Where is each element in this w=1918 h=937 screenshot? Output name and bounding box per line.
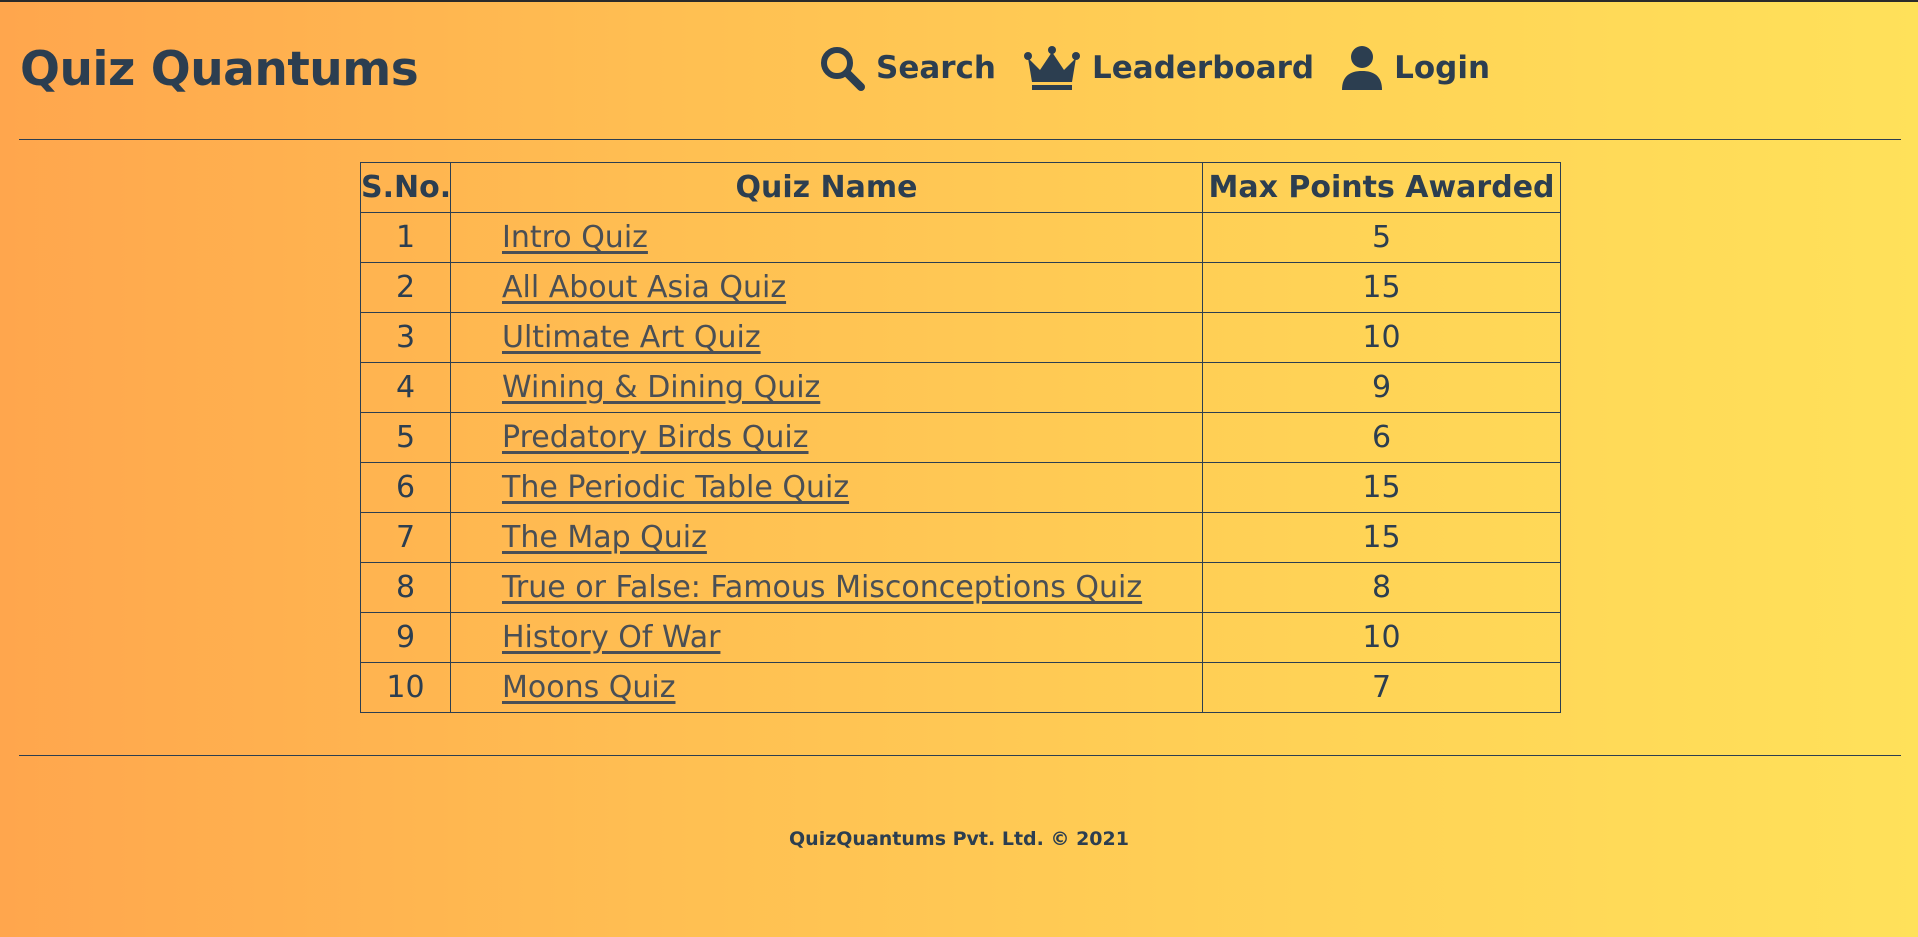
site-header: Quiz Quantums Search Leaderboard Login [0, 2, 1918, 140]
row-sno: 9 [360, 612, 451, 663]
table-row: 4 Wining & Dining Quiz 9 [360, 362, 1561, 413]
table-row: 10 Moons Quiz 7 [360, 662, 1561, 713]
user-icon [1340, 44, 1384, 92]
row-sno: 1 [360, 212, 451, 263]
quiz-link[interactable]: The Map Quiz [502, 520, 707, 555]
row-points: 15 [1202, 462, 1561, 513]
quiz-link[interactable]: Wining & Dining Quiz [502, 370, 820, 405]
row-points: 6 [1202, 412, 1561, 463]
row-sno: 10 [360, 662, 451, 713]
table-row: 7 The Map Quiz 15 [360, 512, 1561, 563]
quiz-link[interactable]: All About Asia Quiz [502, 270, 786, 305]
row-points: 5 [1202, 212, 1561, 263]
row-sno: 6 [360, 462, 451, 513]
row-sno: 2 [360, 262, 451, 313]
row-points: 9 [1202, 362, 1561, 413]
crown-icon [1022, 44, 1082, 92]
nav-login-label: Login [1394, 50, 1491, 86]
quiz-table: S.No. Quiz Name Max Points Awarded 1 Int… [360, 162, 1561, 713]
table-row: 8 True or False: Famous Misconceptions Q… [360, 562, 1561, 613]
table-row: 1 Intro Quiz 5 [360, 212, 1561, 263]
table-row: 2 All About Asia Quiz 15 [360, 262, 1561, 313]
quiz-link[interactable]: Moons Quiz [502, 670, 675, 705]
site-logo[interactable]: Quiz Quantums [20, 42, 419, 97]
header-max-points: Max Points Awarded [1202, 162, 1561, 213]
table-row: 6 The Periodic Table Quiz 15 [360, 462, 1561, 513]
row-points: 15 [1202, 262, 1561, 313]
quiz-link[interactable]: Intro Quiz [502, 220, 648, 255]
quiz-link[interactable]: True or False: Famous Misconceptions Qui… [502, 570, 1142, 605]
row-sno: 8 [360, 562, 451, 613]
header-quiz-name: Quiz Name [450, 162, 1203, 213]
table-row: 5 Predatory Birds Quiz 6 [360, 412, 1561, 463]
table-row: 3 Ultimate Art Quiz 10 [360, 312, 1561, 363]
row-sno: 4 [360, 362, 451, 413]
row-points: 7 [1202, 662, 1561, 713]
row-points: 10 [1202, 312, 1561, 363]
site-footer: QuizQuantums Pvt. Ltd. © 2021 [0, 828, 1918, 850]
nav-login[interactable]: Login [1340, 44, 1490, 92]
nav-leaderboard-label: Leaderboard [1092, 50, 1315, 86]
quiz-link[interactable]: History Of War [502, 620, 720, 655]
main-nav: Search Leaderboard Login [818, 44, 1490, 92]
row-sno: 3 [360, 312, 451, 363]
search-icon [818, 44, 866, 92]
table-row: 9 History Of War 10 [360, 612, 1561, 663]
nav-search-label: Search [876, 50, 997, 86]
header-divider [19, 139, 1901, 140]
nav-leaderboard[interactable]: Leaderboard [1022, 44, 1314, 92]
copyright-text: QuizQuantums Pvt. Ltd. © 2021 [789, 828, 1129, 850]
row-sno: 5 [360, 412, 451, 463]
row-points: 10 [1202, 612, 1561, 663]
header-sno: S.No. [360, 162, 451, 213]
quiz-link[interactable]: Predatory Birds Quiz [502, 420, 809, 455]
quiz-link[interactable]: The Periodic Table Quiz [502, 470, 849, 505]
row-points: 8 [1202, 562, 1561, 613]
table-header-row: S.No. Quiz Name Max Points Awarded [360, 162, 1561, 213]
row-points: 15 [1202, 512, 1561, 563]
quiz-link[interactable]: Ultimate Art Quiz [502, 320, 761, 355]
nav-search[interactable]: Search [818, 44, 996, 92]
footer-divider [19, 755, 1901, 756]
row-sno: 7 [360, 512, 451, 563]
